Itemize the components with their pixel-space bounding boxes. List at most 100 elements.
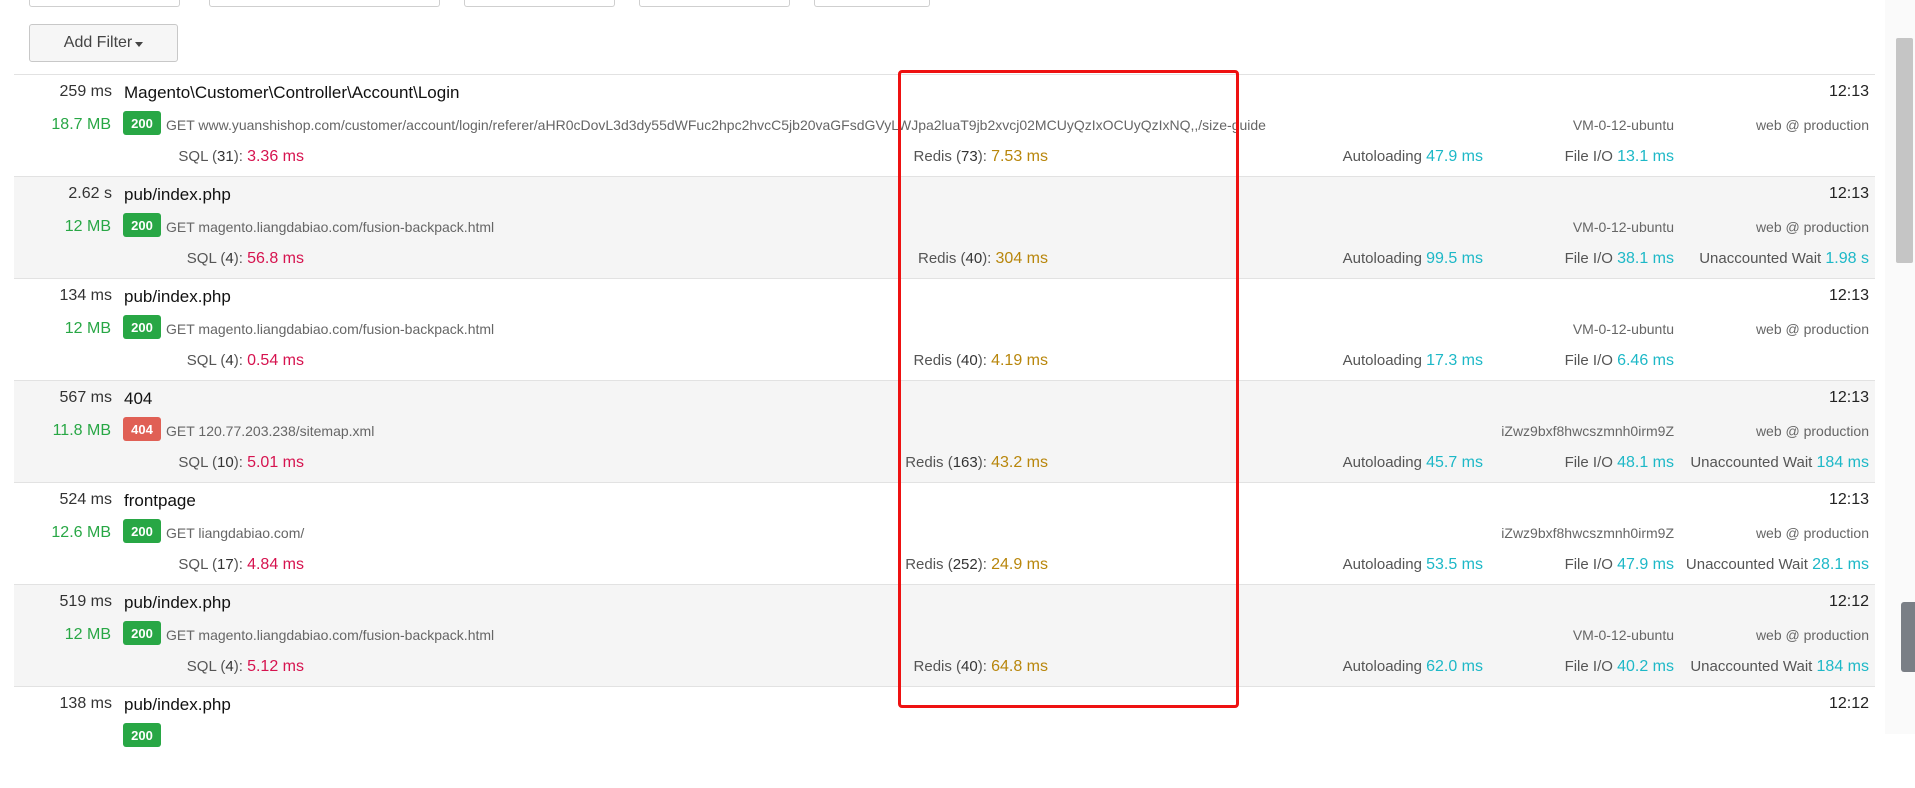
sql-label: SQL ( [186, 658, 226, 675]
redis-value: 4.19 ms [991, 352, 1048, 369]
redis-metric: Redis (40): 64.8 ms [913, 658, 1048, 675]
add-filter-label: Add Filter [63, 34, 133, 51]
unaccounted-wait-metric: Unaccounted Wait 1.98 s [1699, 250, 1869, 268]
request-duration: 138 ms [59, 695, 112, 712]
request-row[interactable]: 567 ms 11.8 MB 404 404 GET 120.77.203.23… [14, 380, 1875, 482]
wait-value: 28.1 ms [1812, 556, 1869, 573]
redis-label: Redis ( [917, 250, 966, 267]
status-badge: 200 [123, 111, 161, 135]
redis-count: 73 [961, 148, 978, 165]
status-badge: 200 [123, 519, 161, 543]
autoloading-metric: Autoloading 99.5 ms [1343, 250, 1483, 268]
scrollbar-thumb[interactable] [1896, 38, 1913, 263]
request-row[interactable]: 259 ms 18.7 MB Magento\Customer\Controll… [14, 74, 1875, 176]
redis-count: 40 [965, 250, 983, 267]
add-filter-button[interactable]: Add Filter [29, 24, 178, 62]
wait-label: Unaccounted Wait [1685, 556, 1808, 573]
redis-label: Redis ( [905, 454, 953, 471]
status-badge: 200 [123, 315, 161, 339]
filter-field-stub[interactable] [814, 0, 930, 7]
fileio-value: 13.1 ms [1617, 148, 1674, 165]
wait-label: Unaccounted Wait [1690, 658, 1813, 675]
request-name[interactable]: pub/index.php [124, 287, 231, 307]
autoloading-label: Autoloading [1342, 658, 1422, 675]
fileio-metric: File I/O 48.1 ms [1565, 454, 1674, 472]
status-badge: 200 [123, 621, 161, 645]
request-list: 259 ms 18.7 MB Magento\Customer\Controll… [14, 74, 1875, 788]
filter-toolbar: Add Filter [0, 0, 1875, 74]
sql-metric: SQL (4): 56.8 ms [186, 250, 304, 267]
request-name[interactable]: pub/index.php [124, 695, 231, 715]
unaccounted-wait-metric: Unaccounted Wait 28.1 ms [1686, 556, 1869, 574]
fileio-metric: File I/O 13.1 ms [1565, 148, 1674, 166]
sql-metric: SQL (10): 5.01 ms [178, 454, 304, 471]
redis-count: 163 [952, 454, 978, 471]
request-host: iZwz9bxf8hwcszmnh0irm9Z [1501, 423, 1674, 439]
request-duration: 524 ms [59, 491, 112, 508]
request-name[interactable]: pub/index.php [124, 593, 231, 613]
request-name[interactable]: frontpage [124, 491, 196, 511]
request-memory: 18.7 MB [51, 116, 111, 133]
filter-field-stub[interactable] [209, 0, 440, 7]
request-row[interactable]: 134 ms 12 MB pub/index.php 200 GET magen… [14, 278, 1875, 380]
autoloading-metric: Autoloading 17.3 ms [1343, 352, 1483, 370]
sql-value: 5.01 ms [247, 454, 304, 471]
status-badge: 404 [123, 417, 161, 441]
request-time: 12:12 [1828, 695, 1869, 712]
fileio-metric: File I/O 47.9 ms [1565, 556, 1674, 574]
autoloading-value: 45.7 ms [1426, 454, 1483, 471]
redis-count: 40 [961, 658, 978, 675]
request-row[interactable]: 519 ms 12 MB pub/index.php 200 GET magen… [14, 584, 1875, 686]
status-badge: 200 [123, 723, 161, 747]
fileio-label: File I/O [1564, 454, 1613, 471]
request-url: GET liangdabiao.com/ [166, 525, 305, 541]
request-url: GET www.yuanshishop.com/customer/account… [166, 117, 1266, 133]
request-name[interactable]: pub/index.php [124, 185, 231, 205]
request-host: VM-0-12-ubuntu [1572, 321, 1674, 337]
wait-value: 1.98 s [1825, 250, 1869, 267]
request-name[interactable]: Magento\Customer\Controller\Account\Logi… [124, 83, 459, 103]
redis-label: Redis ( [913, 148, 962, 165]
sql-value: 3.36 ms [247, 148, 304, 165]
autoloading-value: 99.5 ms [1426, 250, 1483, 267]
sql-label: SQL ( [178, 148, 218, 165]
sql-count: 10 [217, 454, 234, 471]
request-host: iZwz9bxf8hwcszmnh0irm9Z [1501, 525, 1674, 541]
request-name[interactable]: 404 [124, 389, 152, 409]
request-url: GET magento.liangdabiao.com/fusion-backp… [166, 219, 495, 235]
fileio-value: 38.1 ms [1617, 250, 1674, 267]
autoloading-value: 47.9 ms [1426, 148, 1483, 165]
request-host: VM-0-12-ubuntu [1572, 627, 1674, 643]
redis-count: 252 [952, 556, 978, 573]
sql-metric: SQL (4): 5.12 ms [186, 658, 304, 675]
request-time: 12:13 [1828, 185, 1869, 202]
redis-value: 304 ms [995, 250, 1048, 267]
filter-field-stub[interactable] [464, 0, 615, 7]
request-env: web @ production [1755, 627, 1869, 643]
fileio-value: 47.9 ms [1617, 556, 1674, 573]
sql-metric: SQL (31): 3.36 ms [178, 148, 304, 165]
request-row[interactable]: 2.62 s 12 MB pub/index.php 200 GET magen… [14, 176, 1875, 278]
sql-count: 4 [225, 658, 234, 675]
autoloading-metric: Autoloading 47.9 ms [1343, 148, 1483, 166]
request-memory: 12.6 MB [51, 524, 111, 541]
redis-value: 64.8 ms [991, 658, 1048, 675]
request-duration: 567 ms [59, 389, 112, 406]
request-env: web @ production [1755, 117, 1869, 133]
autoloading-label: Autoloading [1342, 454, 1422, 471]
filter-field-stub[interactable] [29, 0, 180, 7]
filter-field-stub[interactable] [639, 0, 790, 7]
request-env: web @ production [1755, 525, 1869, 541]
autoloading-label: Autoloading [1342, 352, 1422, 369]
request-row[interactable]: 138 ms pub/index.php 200 12:12 [14, 686, 1875, 788]
fileio-metric: File I/O 38.1 ms [1565, 250, 1674, 268]
request-memory: 12 MB [64, 218, 111, 235]
fileio-label: File I/O [1564, 556, 1613, 573]
request-host: VM-0-12-ubuntu [1572, 219, 1674, 235]
side-widget-tab[interactable] [1901, 602, 1915, 672]
redis-metric: Redis (252): 24.9 ms [905, 556, 1048, 573]
fileio-metric: File I/O 40.2 ms [1565, 658, 1674, 676]
fileio-value: 40.2 ms [1617, 658, 1674, 675]
request-row[interactable]: 524 ms 12.6 MB frontpage 200 GET liangda… [14, 482, 1875, 584]
sql-label: SQL ( [186, 352, 226, 369]
